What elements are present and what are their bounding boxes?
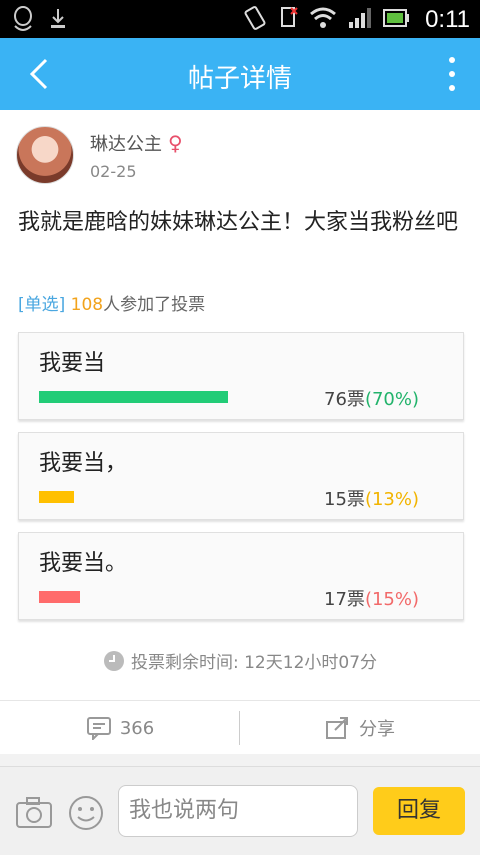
poll-vote-percent: (13%)	[364, 489, 419, 510]
poll-option-votes: 15票(13%)	[324, 485, 419, 511]
sim-missing-icon	[279, 4, 299, 36]
avatar[interactable]	[16, 126, 74, 184]
camera-icon	[16, 797, 52, 828]
poll-remaining-text: 投票剩余时间: 12天12小时07分	[130, 653, 378, 673]
more-menu-button[interactable]	[444, 54, 460, 94]
wifi-icon	[309, 6, 337, 34]
poll-vote-count: 17票	[324, 589, 365, 610]
smiley-icon	[69, 796, 103, 830]
participant-suffix: 人参加了投票	[103, 295, 206, 315]
comments-button[interactable]: 366	[0, 701, 240, 755]
clock-time: 0:11	[425, 6, 470, 33]
post-date: 02-25	[90, 162, 137, 181]
comment-input-bar: 我也说两句 回复	[0, 766, 480, 855]
poll-option-label: 我要当	[39, 351, 106, 376]
poll-option[interactable]: 我要当。 17票(15%)	[18, 532, 464, 620]
status-bar: 0:11	[0, 0, 480, 38]
clock-icon	[103, 650, 124, 671]
poll-option-bar	[39, 391, 228, 403]
page-title: 帖子详情	[187, 64, 292, 94]
author-name[interactable]: 琳达公主	[90, 130, 162, 156]
comments-count: 366	[119, 717, 155, 739]
download-icon	[48, 7, 68, 35]
share-icon	[326, 717, 348, 739]
poll-remaining-time: 投票剩余时间: 12天12小时07分	[0, 648, 480, 673]
author-name-row: 琳达公主 ♀	[90, 130, 183, 156]
poll-vote-count: 76票	[324, 389, 365, 410]
vibrate-icon	[241, 4, 269, 36]
poll-vote-count: 15票	[324, 489, 365, 510]
app-bar: 帖子详情	[0, 38, 480, 110]
share-label: 分享	[359, 719, 395, 740]
post-detail: 琳达公主 ♀ 02-25 我就是鹿晗的妹妹琳达公主！大家当我粉丝吧 [单选] 1…	[0, 110, 480, 754]
signal-icon	[347, 6, 373, 34]
poll-option-label: 我要当。	[39, 551, 128, 576]
poll-option[interactable]: 我要当， 15票(13%)	[18, 432, 464, 520]
poll-option-votes: 17票(15%)	[324, 585, 419, 611]
post-content: 我就是鹿晗的妹妹琳达公主！大家当我粉丝吧	[18, 210, 459, 235]
poll-type-tag: [单选]	[18, 295, 66, 315]
participant-count: 108	[70, 295, 104, 315]
poll-option-bar	[39, 591, 80, 603]
more-vertical-icon	[449, 57, 455, 91]
qq-icon	[12, 6, 34, 36]
battery-icon	[383, 9, 410, 31]
poll-vote-percent: (15%)	[364, 589, 419, 610]
poll-option-label: 我要当，	[39, 451, 128, 476]
poll-vote-percent: (70%)	[364, 389, 419, 410]
female-icon: ♀	[168, 131, 183, 155]
camera-button[interactable]	[14, 793, 54, 833]
post-actions: 366 分享	[0, 700, 480, 755]
poll-option-votes: 76票(70%)	[324, 385, 419, 411]
comment-input[interactable]: 我也说两句	[118, 785, 358, 837]
reply-button[interactable]: 回复	[373, 787, 465, 835]
poll-info: [单选] 108人参加了投票	[18, 290, 205, 315]
poll-option[interactable]: 我要当 76票(70%)	[18, 332, 464, 420]
comment-icon	[86, 717, 111, 740]
poll-option-bar	[39, 491, 74, 503]
emoji-button[interactable]	[66, 793, 106, 833]
share-button[interactable]: 分享	[240, 701, 480, 755]
